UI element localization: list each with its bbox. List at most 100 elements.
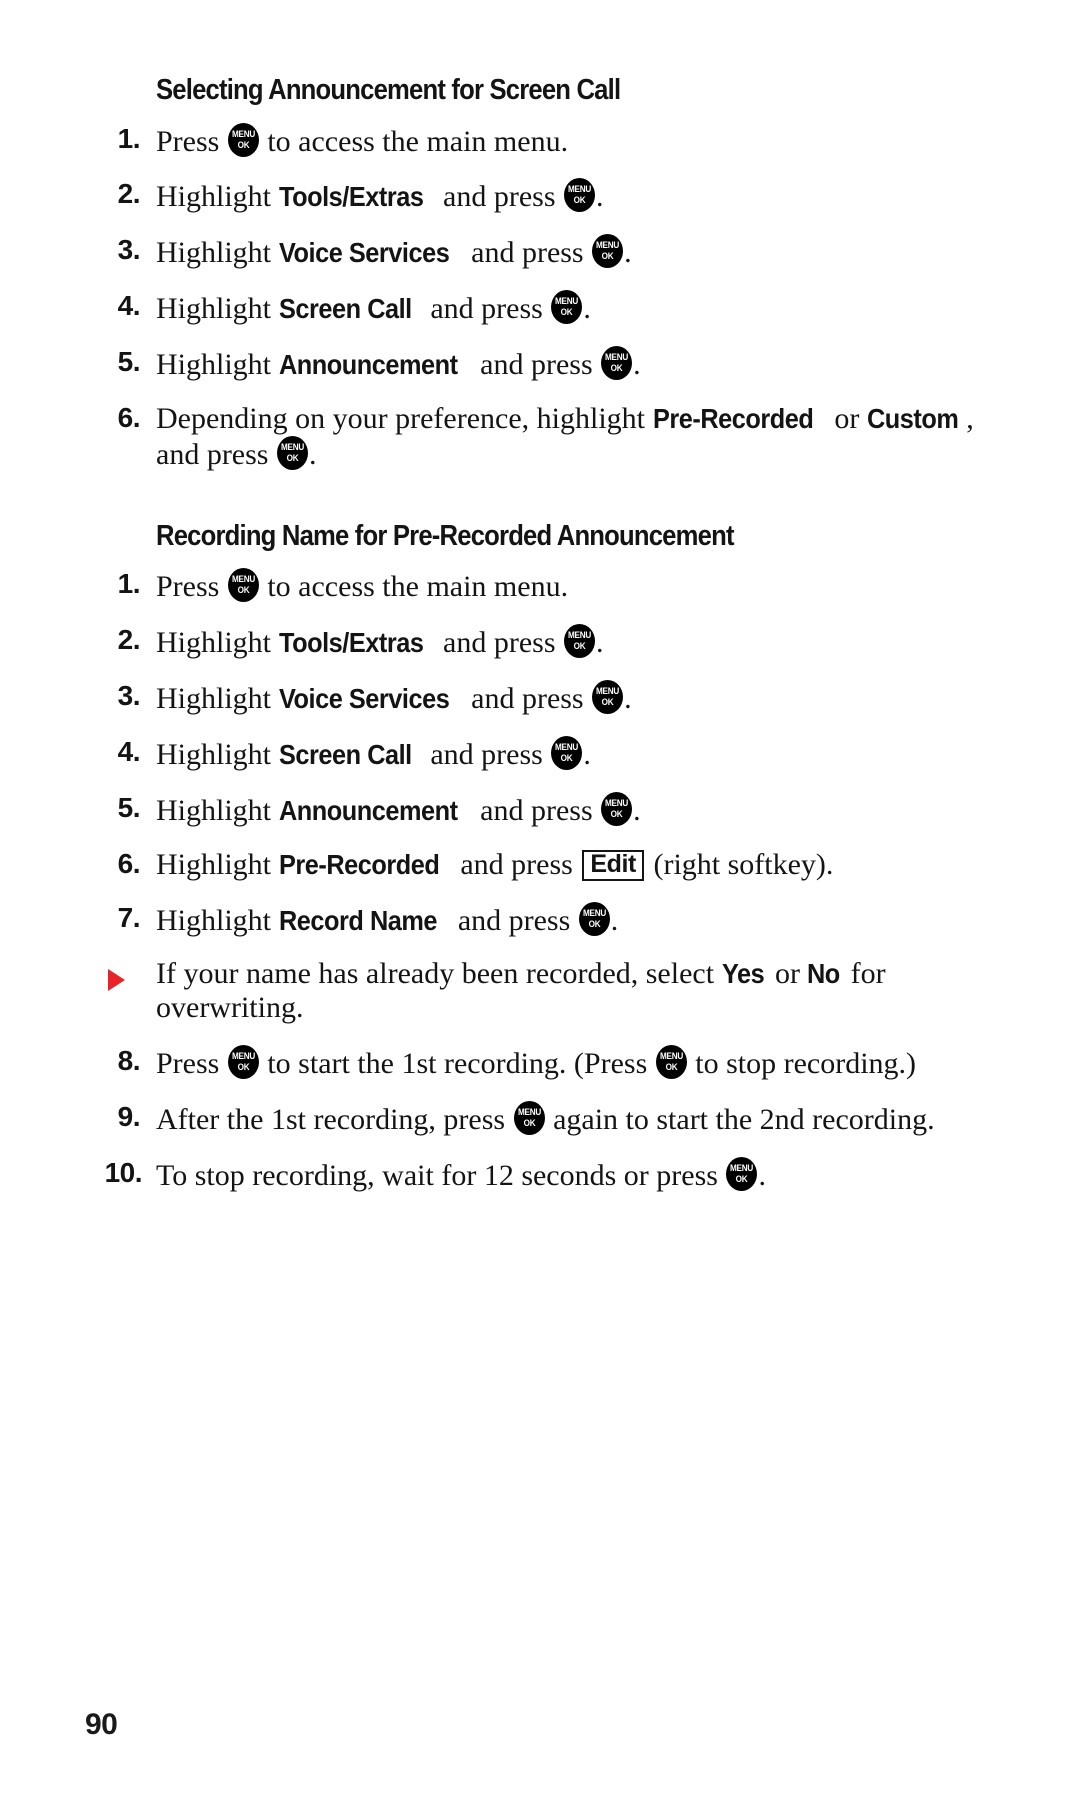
menu-ok-key-icon: MENU OK <box>601 346 633 381</box>
menu-ok-key-label-bottom: OK <box>573 641 586 653</box>
step-text: Highlight <box>156 737 279 771</box>
step-item: 3. Highlight Voice Services and press MEN… <box>90 234 990 270</box>
menu-ok-key-icon: MENU OK <box>513 1101 545 1136</box>
step-number: 6. <box>117 847 141 879</box>
menu-ok-key-icon: MENU OK <box>227 1045 259 1080</box>
menu-ok-key-label-top: MENU <box>280 441 305 453</box>
menu-ok-key-label-top: MENU <box>605 797 629 809</box>
menu-ok-key-icon: MENU OK <box>564 624 596 659</box>
menu-ok-key-label-top: MENU <box>596 240 620 252</box>
step-text: . <box>610 903 619 937</box>
step-text: and press <box>435 626 564 660</box>
ui-term: Announcement <box>278 794 458 826</box>
ui-term: Record Name <box>278 904 438 936</box>
menu-ok-key-icon: MENU OK <box>227 122 259 157</box>
red-triangle-bullet-icon <box>108 969 125 992</box>
step-number: 8. <box>117 1045 141 1077</box>
step-text: Highlight <box>156 292 279 326</box>
step-text: or <box>826 401 867 435</box>
menu-ok-key-icon: MENU OK <box>551 290 583 325</box>
step-text: to start the 1st recording. (Press <box>259 1047 655 1081</box>
ui-term: Pre-Recorded <box>652 402 814 434</box>
step-item: 6. Depending on your preference, highligh… <box>90 402 990 472</box>
step-text: Highlight <box>156 682 279 716</box>
step-item: 3. Highlight Voice Services and press MEN… <box>90 680 990 716</box>
ui-term: Voice Services <box>278 683 450 715</box>
sub-bullet-note: If your name has already been recorded, … <box>90 957 990 1025</box>
menu-ok-key-icon: MENU OK <box>601 791 633 826</box>
step-item: 7. Highlight Record Name and press MENU OK… <box>90 901 990 938</box>
step-item: 2. Highlight Tools/Extras and press MENU O… <box>90 624 990 660</box>
step-text: . <box>624 682 632 716</box>
step-text: Highlight <box>156 903 279 937</box>
step-text: and press <box>422 737 551 771</box>
step-item: 1. Press MENU OK to access the main menu. <box>90 122 990 159</box>
ui-term: Tools/Extras <box>278 181 424 213</box>
menu-ok-key-label-bottom: OK <box>665 1062 678 1074</box>
step-number: 10. <box>104 1157 143 1189</box>
menu-ok-key-label-top: MENU <box>517 1107 541 1119</box>
menu-ok-key-label-top: MENU <box>659 1051 683 1063</box>
ui-term: Voice Services <box>278 237 450 269</box>
step-text: Press <box>156 1047 227 1081</box>
menu-ok-key-label-bottom: OK <box>601 251 614 263</box>
step-number: 4. <box>117 290 141 322</box>
menu-ok-key-icon: MENU OK <box>551 735 583 770</box>
section-heading-selecting-announcement: Selecting Announcement for Screen Call <box>156 74 621 106</box>
step-text: to access the main menu. <box>259 570 569 604</box>
section-heading-recording-name: Recording Name for Pre-Recorded Announce… <box>156 519 734 552</box>
step-text: After the 1st recording, press <box>156 1103 513 1137</box>
step-text: . <box>624 236 632 270</box>
menu-ok-key-label-bottom: OK <box>286 452 299 464</box>
step-text: and press <box>472 348 601 382</box>
step-number: 2. <box>117 624 141 656</box>
menu-ok-key-label-top: MENU <box>555 296 579 308</box>
step-text: . <box>583 292 591 326</box>
step-text: If your name has already been recorded, … <box>156 957 722 991</box>
manual-page: Selecting Announcement for Screen Call 1… <box>0 0 1080 1800</box>
step-text: and press <box>463 236 592 270</box>
step-text: (right softkey). <box>645 847 834 881</box>
step-text: . <box>758 1159 766 1193</box>
step-text: . <box>308 437 317 471</box>
step-text: Press <box>156 570 227 604</box>
step-item: 2. Highlight Tools/Extras and press MENU O… <box>90 178 990 214</box>
step-number: 9. <box>117 1101 141 1133</box>
step-text: and press <box>472 793 601 827</box>
step-number: 6. <box>117 401 141 433</box>
menu-ok-key-icon: MENU OK <box>227 568 259 603</box>
step-text: . <box>596 626 604 660</box>
ui-term: Yes <box>721 958 765 990</box>
softkey-label-edit: Edit <box>582 849 644 881</box>
step-text: again to start the 2nd recording. <box>545 1103 935 1137</box>
step-text: To stop recording, wait for 12 seconds o… <box>156 1159 726 1193</box>
menu-ok-key-icon: MENU OK <box>655 1045 687 1080</box>
step-item: 8. Press MENU OK to start the 1st recordin… <box>90 1045 990 1081</box>
step-item: 5. Highlight Announcement and press MENU O… <box>90 791 990 828</box>
menu-ok-key-label-bottom: OK <box>560 752 573 764</box>
menu-ok-key-icon: MENU OK <box>592 234 624 269</box>
menu-ok-key-label-top: MENU <box>231 574 255 586</box>
step-text: or <box>767 957 808 991</box>
step-text: Highlight <box>156 348 279 382</box>
step-text: . <box>633 793 641 827</box>
step-number: 3. <box>117 234 141 266</box>
ui-term: Screen Call <box>278 738 412 770</box>
menu-ok-key-label-bottom: OK <box>610 363 623 375</box>
menu-ok-key-label-bottom: OK <box>237 585 250 597</box>
step-text: and press <box>463 682 592 716</box>
ui-term: No <box>807 958 841 990</box>
menu-ok-key-label-bottom: OK <box>610 808 623 820</box>
page-number: 90 <box>85 1708 118 1741</box>
steps-list-recording-name: 1. Press MENU OK to access the main menu. 2… <box>90 568 990 1193</box>
menu-ok-key-icon: MENU OK <box>578 901 610 936</box>
step-text: . <box>583 737 591 771</box>
step-number: 7. <box>117 901 141 933</box>
step-text: Highlight <box>156 236 279 270</box>
step-number: 2. <box>117 178 141 210</box>
menu-ok-key-label-bottom: OK <box>573 195 586 207</box>
menu-ok-key-label-top: MENU <box>231 128 255 140</box>
step-item: 4. Highlight Screen Call and press MENU OK… <box>90 290 990 326</box>
step-number: 1. <box>117 122 141 154</box>
ui-term: Tools/Extras <box>278 627 424 659</box>
